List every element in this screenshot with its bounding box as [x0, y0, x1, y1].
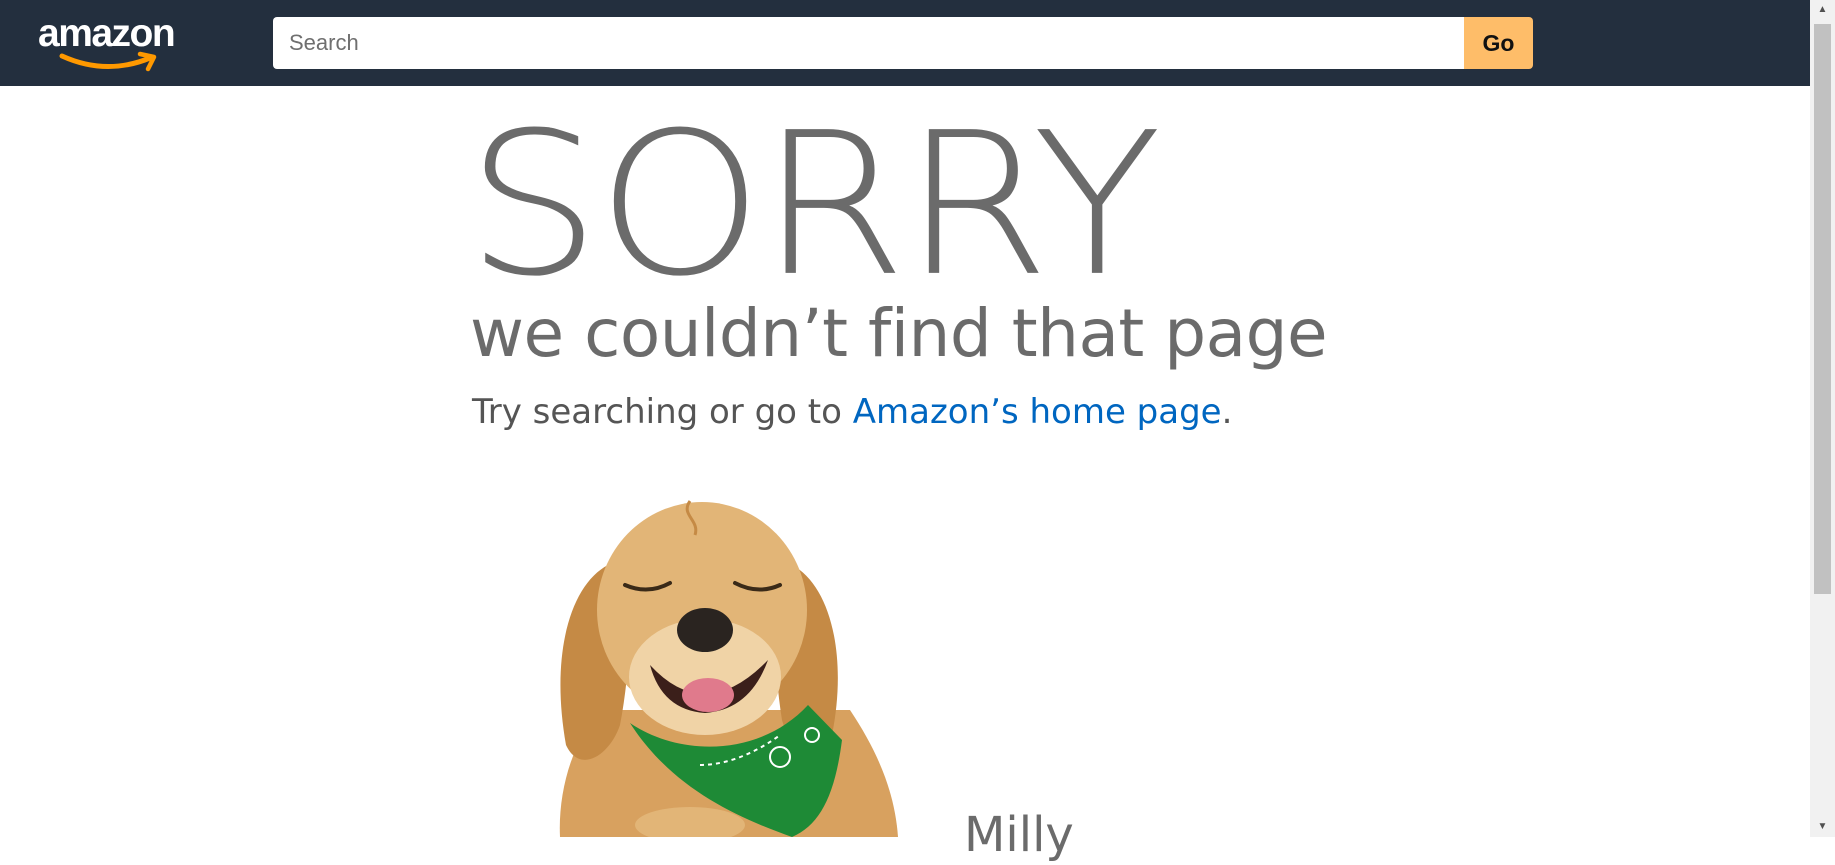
sorry-heading: SORRY: [466, 89, 1162, 320]
dog-image: [559, 500, 898, 837]
scrollbar-thumb[interactable]: [1814, 24, 1831, 594]
smile-arrow-icon: [59, 51, 157, 72]
scroll-up-arrow-icon[interactable]: ▲: [1810, 0, 1835, 20]
dog-name: Milly: [964, 807, 1074, 863]
not-found-subheading: we couldn’t find that page: [470, 295, 1328, 372]
go-button[interactable]: Go: [1464, 17, 1533, 69]
try-prefix: Try searching or go to: [472, 392, 853, 432]
vertical-scrollbar[interactable]: ▲ ▼: [1810, 0, 1835, 837]
top-header: amazon Go: [0, 0, 1810, 86]
scroll-down-arrow-icon[interactable]: ▼: [1810, 817, 1835, 837]
search-input[interactable]: [273, 17, 1464, 69]
amazon-logo[interactable]: amazon: [38, 12, 188, 72]
home-page-link[interactable]: Amazon’s home page: [853, 392, 1222, 432]
try-searching-text: Try searching or go to Amazon’s home pag…: [472, 390, 1232, 434]
try-suffix: .: [1221, 392, 1233, 432]
